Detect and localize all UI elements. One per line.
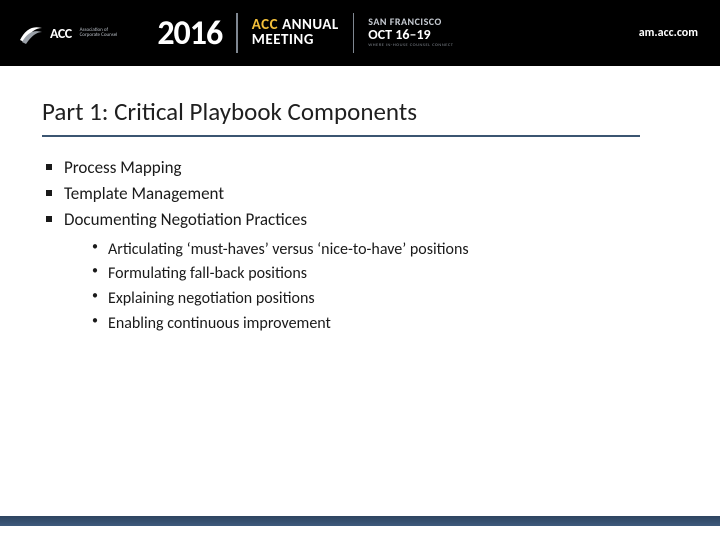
slide-title: Part 1: Critical Playbook Components [42,96,678,133]
title-underline [42,135,640,137]
event-name: ACCANNUAL MEETING [252,18,339,48]
header-banner: ACC Association of Corporate Counsel 201… [0,0,720,66]
list-item: Documenting Negotiation Practices [42,207,678,233]
list-item: Formulating fall-back positions [90,262,678,287]
acc-logo: ACC Association of Corporate Counsel [18,20,117,46]
list-item: Template Management [42,181,678,207]
list-item: Explaining negotiation positions [90,287,678,312]
secondary-bullet-list: Articulating ‘must-haves’ versus ‘nice-t… [90,238,678,337]
divider-icon [353,13,355,53]
divider-icon [236,13,238,53]
event-url: am.acc.com [639,26,698,40]
event-branding: 2016 ACCANNUAL MEETING SAN FRANCISCO OCT… [157,13,453,54]
event-location: SAN FRANCISCO OCT 16–19 WHERE IN-HOUSE C… [368,17,453,49]
footer-accent-bar [0,516,720,526]
acc-logo-subtext: Association of Corporate Counsel [80,28,118,39]
acc-logo-text: ACC [50,25,72,42]
primary-bullet-list: Process Mapping Template Management Docu… [42,155,678,234]
list-item: Enabling continuous improvement [90,312,678,337]
acc-swoosh-icon [18,20,44,46]
event-year: 2016 [157,13,222,54]
list-item: Articulating ‘must-haves’ versus ‘nice-t… [90,238,678,263]
list-item: Process Mapping [42,155,678,181]
slide-content: Part 1: Critical Playbook Components Pro… [0,66,720,337]
